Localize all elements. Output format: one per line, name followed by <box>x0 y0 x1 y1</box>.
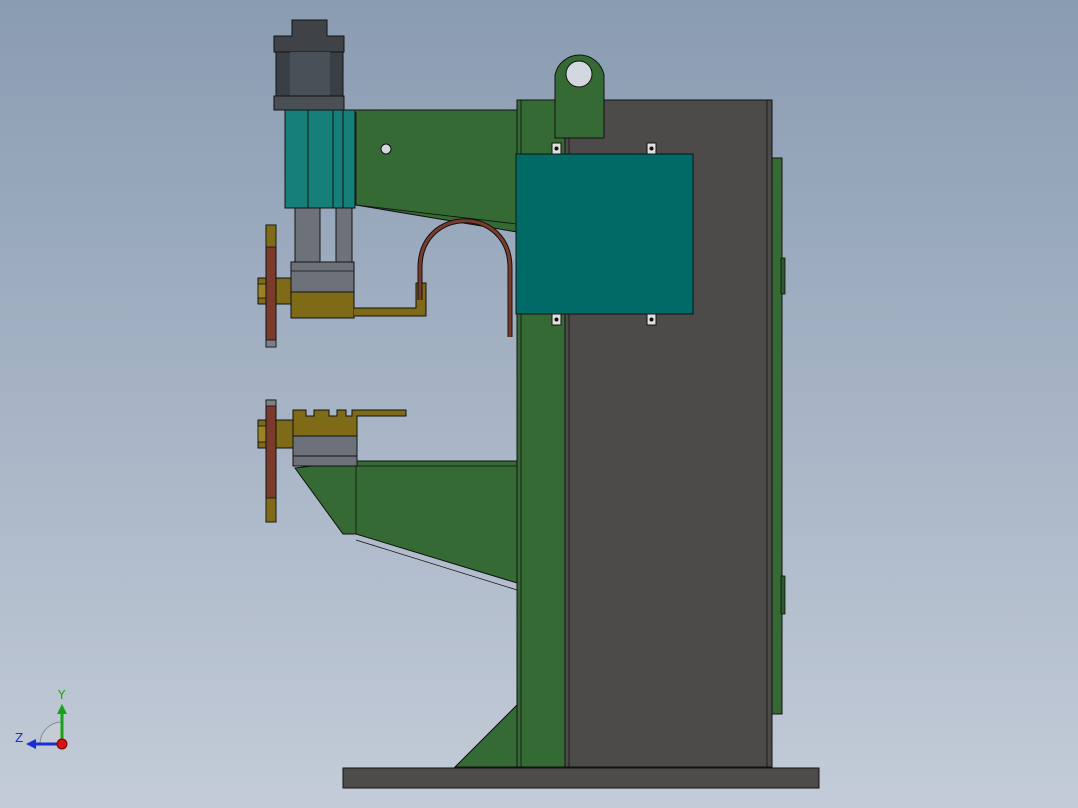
triad-y-label: Y <box>58 688 66 702</box>
upper-bracket[interactable] <box>354 282 427 317</box>
lower-holder-top[interactable] <box>292 409 407 437</box>
lower-arm[interactable] <box>294 460 518 584</box>
spot-welder-model[interactable] <box>0 0 1078 808</box>
cylinder-top-cap[interactable] <box>273 19 345 53</box>
base-plate[interactable] <box>342 767 820 789</box>
cad-viewport[interactable]: Y Z <box>0 0 1078 808</box>
bottom-gusset[interactable] <box>453 703 518 768</box>
door-hinge-bottom <box>780 575 786 615</box>
piston-rod-left <box>294 207 321 264</box>
cylinder-flange <box>273 95 345 111</box>
piston-rod-right <box>335 207 353 264</box>
cylinder-housing[interactable] <box>284 109 356 209</box>
lower-holder-block[interactable] <box>292 435 358 457</box>
control-panel[interactable] <box>515 153 694 315</box>
door-hinge-top <box>780 257 786 295</box>
upper-holder-brass[interactable] <box>290 291 355 319</box>
cooling-hose <box>417 218 513 337</box>
upper-holder-block[interactable] <box>290 261 355 293</box>
arm-bolt-hole <box>380 143 392 155</box>
side-door[interactable] <box>771 157 783 715</box>
triad-z-label: Z <box>15 731 24 745</box>
